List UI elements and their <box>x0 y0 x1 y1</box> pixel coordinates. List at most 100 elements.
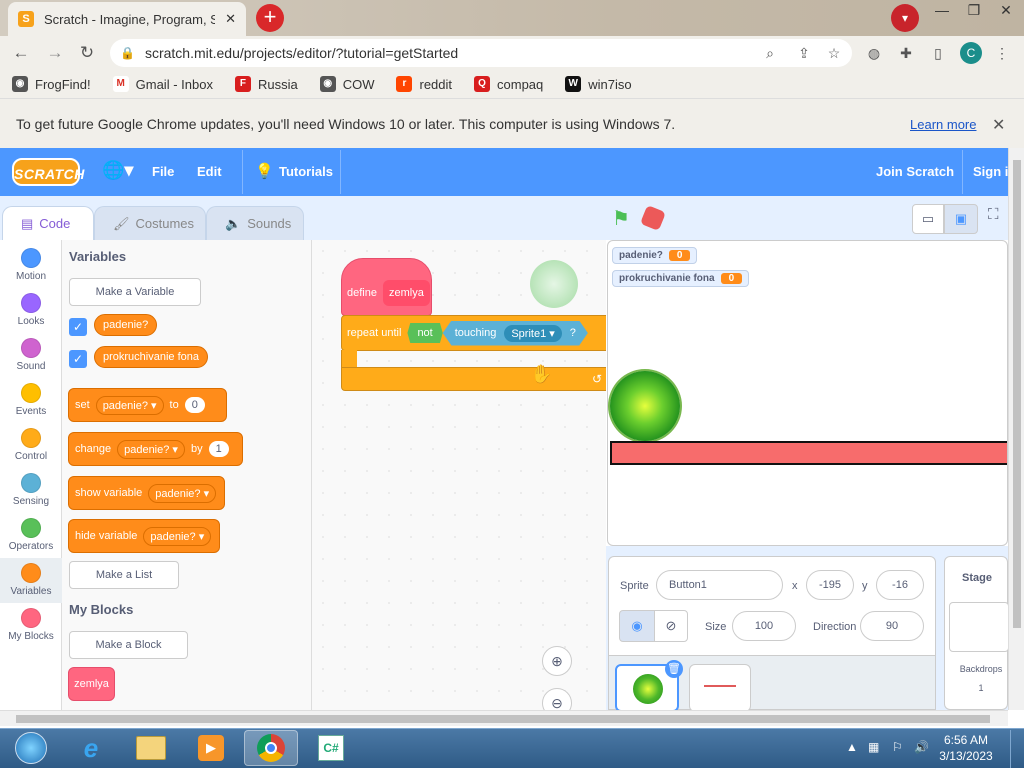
tutorials-menu[interactable]: Tutorials <box>279 164 333 179</box>
sprite-ball[interactable] <box>610 371 680 441</box>
zoom-in-icon[interactable]: ⊕ <box>542 646 572 676</box>
language-globe-icon[interactable]: 🌐▾ <box>102 160 133 181</box>
ie-icon[interactable]: e <box>64 730 118 766</box>
volume-icon[interactable]: 🔊 <box>914 740 929 754</box>
category-control[interactable]: Control <box>0 428 62 462</box>
tab-costumes[interactable]: 🖌 Costumes <box>94 206 206 240</box>
chevron-down-icon[interactable]: ▾ <box>891 4 919 32</box>
category-operators[interactable]: Operators <box>0 518 62 552</box>
y-input[interactable]: -16 <box>876 570 924 600</box>
chrome-icon[interactable] <box>244 730 298 766</box>
change-value-input[interactable]: 1 <box>208 441 229 457</box>
direction-input[interactable]: 90 <box>860 611 924 641</box>
hide-sprite-eye-icon[interactable]: ⊘ <box>654 610 688 642</box>
show-variable-block[interactable]: show variable padenie? ▾ <box>68 476 225 510</box>
sprite-name-input[interactable]: Button1 <box>656 570 783 600</box>
category-sensing[interactable]: Sensing <box>0 473 62 507</box>
reporter-prokruchivanie-fona[interactable]: prokruchivanie fona <box>94 346 209 368</box>
show-sprite-eye-icon[interactable]: ◉ <box>619 610 655 642</box>
checkbox-padenie[interactable]: ✓ <box>69 318 87 336</box>
bookmark-russia[interactable]: F Russia <box>234 76 298 92</box>
address-bar[interactable]: 🔒 scratch.mit.edu/projects/editor/?tutor… <box>110 39 852 67</box>
large-stage-icon[interactable]: ▣ <box>944 204 978 234</box>
size-input[interactable]: 100 <box>732 611 796 641</box>
edit-menu[interactable]: Edit <box>197 164 222 179</box>
make-block-button[interactable]: Make a Block <box>69 631 188 659</box>
extension-icon[interactable]: ◍ <box>864 43 884 63</box>
category-sound[interactable]: Sound <box>0 338 62 372</box>
bookmark-reddit[interactable]: r reddit <box>396 76 452 92</box>
minimize-icon[interactable]: — <box>926 0 958 20</box>
profile-avatar[interactable]: C <box>960 42 982 64</box>
scratch-logo[interactable]: SCRATCH <box>12 158 84 186</box>
new-tab-button[interactable]: + <box>256 4 284 32</box>
change-var-dropdown[interactable]: padenie? ▾ <box>117 439 185 459</box>
reporter-padenie[interactable]: padenie? <box>94 314 158 336</box>
x-input[interactable]: -195 <box>806 570 854 600</box>
make-list-button[interactable]: Make a List <box>69 561 179 589</box>
hide-var-dropdown[interactable]: padenie? ▾ <box>143 526 212 546</box>
star-icon[interactable]: ☆ <box>824 43 844 63</box>
small-stage-icon[interactable]: ▭ <box>912 204 944 234</box>
bookmark-compaq[interactable]: Qcompaq <box>474 76 543 92</box>
define-block[interactable]: define zemlya <box>341 258 432 316</box>
checkbox-prokruchivanie[interactable]: ✓ <box>69 350 87 368</box>
category-variables[interactable]: Variables <box>0 558 62 603</box>
media-player-icon[interactable]: ▶ <box>184 730 238 766</box>
start-orb-icon[interactable] <box>4 730 58 766</box>
category-motion[interactable]: Motion <box>0 248 62 282</box>
tray-arrow-icon[interactable]: ▲ <box>846 740 858 754</box>
restore-icon[interactable]: ❐ <box>958 0 990 20</box>
reload-icon[interactable]: ↻ <box>76 42 98 64</box>
vertical-scrollbar[interactable] <box>1008 148 1024 710</box>
script-area[interactable]: define zemlya repeat until not touching … <box>312 240 606 710</box>
show-var-dropdown[interactable]: padenie? ▾ <box>148 483 217 503</box>
bookmark-win7iso[interactable]: Wwin7iso <box>565 76 632 92</box>
category-my-blocks[interactable]: My Blocks <box>0 608 62 642</box>
network-icon[interactable]: ▦ <box>868 740 879 754</box>
hide-variable-block[interactable]: hide variable padenie? ▾ <box>68 519 220 553</box>
bookmark-gmail[interactable]: M Gmail - Inbox <box>112 76 213 92</box>
close-tab-icon[interactable]: ✕ <box>225 11 236 27</box>
stage-canvas[interactable]: padenie? 0 prokruchivanie fona 0 <box>607 240 1008 546</box>
category-events[interactable]: Events <box>0 383 62 417</box>
category-looks[interactable]: Looks <box>0 293 62 327</box>
close-window-icon[interactable]: ✕ <box>990 0 1022 20</box>
join-scratch-link[interactable]: Join Scratch <box>876 164 954 179</box>
csharp-icon[interactable]: C# <box>304 730 358 766</box>
set-var-dropdown[interactable]: padenie? ▾ <box>95 395 164 415</box>
show-desktop-button[interactable] <box>1010 730 1024 768</box>
horizontal-scroll-thumb[interactable] <box>16 715 990 723</box>
horizontal-scrollbar[interactable] <box>0 710 1008 726</box>
close-infobar-icon[interactable]: ✕ <box>992 115 1005 135</box>
forward-arrow-icon[interactable]: → <box>44 42 66 64</box>
side-panel-icon[interactable]: ▯ <box>928 43 948 63</box>
zoom-out-icon[interactable]: ⊖ <box>542 688 572 710</box>
bookmark-cow[interactable]: ◉ COW <box>319 76 374 92</box>
learn-more-link[interactable]: Learn more <box>910 117 976 132</box>
delete-sprite-icon[interactable]: 🗑 <box>665 660 683 678</box>
flag-icon[interactable]: ⚐ <box>892 740 903 754</box>
vertical-scroll-thumb[interactable] <box>1013 160 1021 628</box>
sign-in-link[interactable]: Sign in <box>973 164 1008 179</box>
puzzle-icon[interactable]: ✚ <box>896 43 916 63</box>
sprite-thumb-2[interactable] <box>689 664 751 712</box>
browser-tab[interactable]: S Scratch - Imagine, Program, Shar ✕ <box>8 2 246 36</box>
custom-block-zemlya[interactable]: zemlya <box>68 667 115 701</box>
bookmark-frogfind[interactable]: ◉ FrogFind! <box>12 76 91 92</box>
set-variable-block[interactable]: set padenie? ▾ to 0 <box>68 388 227 422</box>
fullscreen-icon[interactable]: ⛶ <box>988 206 1008 232</box>
set-value-input[interactable]: 0 <box>184 397 205 413</box>
stage-panel[interactable]: Stage Backdrops 1 <box>944 556 1009 710</box>
tab-code[interactable]: ▤ Code <box>2 206 94 240</box>
back-arrow-icon[interactable]: ← <box>10 42 32 64</box>
make-variable-button[interactable]: Make a Variable <box>69 278 201 306</box>
green-flag-icon[interactable]: ⚑ <box>612 206 630 231</box>
explorer-icon[interactable] <box>124 730 178 766</box>
menu-dots-icon[interactable]: ⋮ <box>992 43 1012 63</box>
share-icon[interactable]: ⇪ <box>794 43 814 63</box>
change-variable-block[interactable]: change padenie? ▾ by 1 <box>68 432 243 466</box>
search-icon[interactable]: ⌕ <box>760 43 780 63</box>
repeat-until-block[interactable]: repeat until not touching Sprite1 ▾ ? <box>341 315 606 351</box>
clock[interactable]: 6:56 AM 3/13/2023 <box>936 732 996 764</box>
